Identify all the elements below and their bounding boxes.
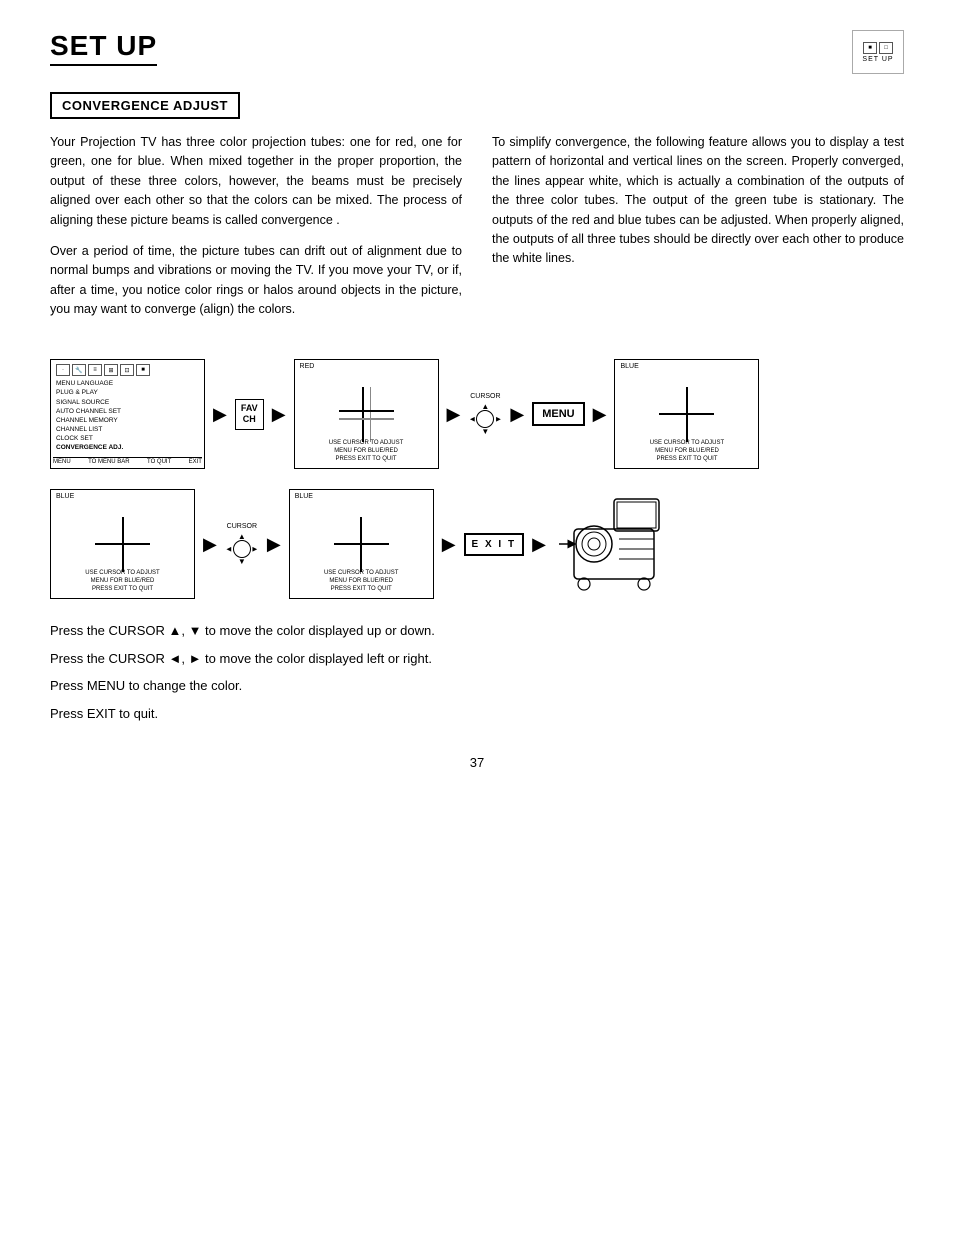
menu-screen-diagram: · 🔧 ≡ ⊞ ⊡ ■ MENU LANGUAGE PLUG & PLAY SI… [50,359,205,469]
menu-item-6: CHANNEL LIST [56,425,199,434]
blue-screen-label-2: BLUE [56,493,74,500]
menu-icon-5: ⊡ [120,364,134,376]
menu-button-diagram: MENU [532,402,584,426]
page-title: SET UP [50,30,157,66]
diagram-row-2: BLUE USE CURSOR TO ADJUSTMENU FOR BLUE/R… [50,489,904,599]
left-para-2: Over a period of time, the picture tubes… [50,242,462,320]
red-screen-caption: USE CURSOR TO ADJUSTMENU FOR BLUE/REDPRE… [295,440,438,463]
blue-screen-diagram-1: BLUE USE CURSOR TO ADJUSTMENU FOR BLUE/R… [614,359,759,469]
menu-icon-4: ⊞ [104,364,118,376]
right-column: To simplify convergence, the following f… [492,133,904,331]
cursor-label-2: CURSOR [227,523,257,530]
menu-item-1: MENU LANGUAGE [56,379,199,388]
menu-bar-to-quit: TO QUIT [147,459,171,465]
cursor-up-2: ▲ [238,532,246,541]
blue-screen-caption-2: USE CURSOR TO ADJUSTMENU FOR BLUE/REDPRE… [51,570,194,593]
cursor-diamond-2: ▲ ◄ ► ▼ [225,532,259,566]
cursor-left-1: ◄ [468,414,476,423]
arrow-9: ▶ [532,534,546,555]
arrow-3: ▶ [447,404,461,425]
cursor-diamond-1: ▲ ◄ ► ▼ [468,402,502,436]
blue-screen-label-1: BLUE [620,363,638,370]
menu-icon-6: ■ [136,364,150,376]
instructions: Press the CURSOR ▲, ▼ to move the color … [50,619,904,725]
cursor-control-2: CURSOR ▲ ◄ ► ▼ [225,523,259,566]
section-header: CONVERGENCE ADJUST [50,92,240,119]
diagram-row-1: · 🔧 ≡ ⊞ ⊡ ■ MENU LANGUAGE PLUG & PLAY SI… [50,359,904,469]
menu-item-8: CONVERGENCE ADJ. [56,443,199,452]
menu-bar-to-menu: TO MENU BAR [88,459,130,465]
red-screen-label: RED [300,363,315,370]
menu-item-3: SIGNAL SOURCE [56,398,199,407]
cursor-down-1: ▼ [481,427,489,436]
blue-screen-caption-1: USE CURSOR TO ADJUSTMENU FOR BLUE/REDPRE… [615,440,758,463]
menu-item-5: CHANNEL MEMORY [56,416,199,425]
menu-item-4: AUTO CHANNEL SET [56,407,199,416]
instruction-2: Press the CURSOR ◄, ► to move the color … [50,647,904,670]
arrow-8: ▶ [442,534,456,555]
page-number: 37 [50,755,904,770]
tv-illustration [554,489,664,599]
arrow-2: ▶ [272,404,286,425]
cursor-label-1: CURSOR [470,393,500,400]
cursor-right-1: ► [494,414,502,423]
menu-item-2: PLUG & PLAY [56,388,199,397]
cursor-right-2: ► [251,544,259,553]
instruction-3: Press MENU to change the color. [50,674,904,697]
blue-screen-diagram-2: BLUE USE CURSOR TO ADJUSTMENU FOR BLUE/R… [50,489,195,599]
left-para-1: Your Projection TV has three color proje… [50,133,462,230]
menu-item-7: CLOCK SET [56,434,199,443]
red-screen-diagram: RED USE CURSOR TO ADJUSTMENU FOR BLUE/RE… [294,359,439,469]
cursor-left-2: ◄ [225,544,233,553]
setup-icon: ■ □ SET UP [852,30,904,74]
menu-icon-bar: · 🔧 ≡ ⊞ ⊡ ■ [56,364,199,376]
arrow-6: ▶ [203,534,217,555]
arrow-4: ▶ [510,404,524,425]
setup-icon-label: SET UP [862,56,893,63]
right-para-1: To simplify convergence, the following f… [492,133,904,269]
fav-ch-button: FAVCH [235,399,264,430]
instruction-4: Press EXIT to quit. [50,702,904,725]
cursor-center-2 [233,540,251,558]
page-header: SET UP ■ □ SET UP [50,30,904,74]
instruction-1: Press the CURSOR ▲, ▼ to move the color … [50,619,904,642]
menu-icon-1: · [56,364,70,376]
menu-bar-exit: EXIT [189,459,202,465]
blue-screen-caption-3: USE CURSOR TO ADJUSTMENU FOR BLUE/REDPRE… [290,570,433,593]
cursor-control-1: CURSOR ▲ ◄ ► ▼ [468,393,502,436]
intro-text: Your Projection TV has three color proje… [50,133,904,331]
cursor-down-2: ▼ [238,557,246,566]
menu-items-list: MENU LANGUAGE PLUG & PLAY SIGNAL SOURCE … [56,379,199,452]
exit-button-diagram: E X I T [464,533,525,556]
menu-bottom-bar: MENU TO MENU BAR TO QUIT EXIT [53,457,202,465]
arrow-7: ▶ [267,534,281,555]
cursor-center-1 [476,410,494,428]
blue-screen-label-3: BLUE [295,493,313,500]
left-column: Your Projection TV has three color proje… [50,133,462,331]
arrow-5: ▶ [593,404,607,425]
menu-icon-2: 🔧 [72,364,86,376]
menu-icon-3: ≡ [88,364,102,376]
blue-screen-diagram-3: BLUE USE CURSOR TO ADJUSTMENU FOR BLUE/R… [289,489,434,599]
cursor-up-1: ▲ [481,402,489,411]
menu-bar-menu: MENU [53,459,71,465]
arrow-1: ▶ [213,404,227,425]
